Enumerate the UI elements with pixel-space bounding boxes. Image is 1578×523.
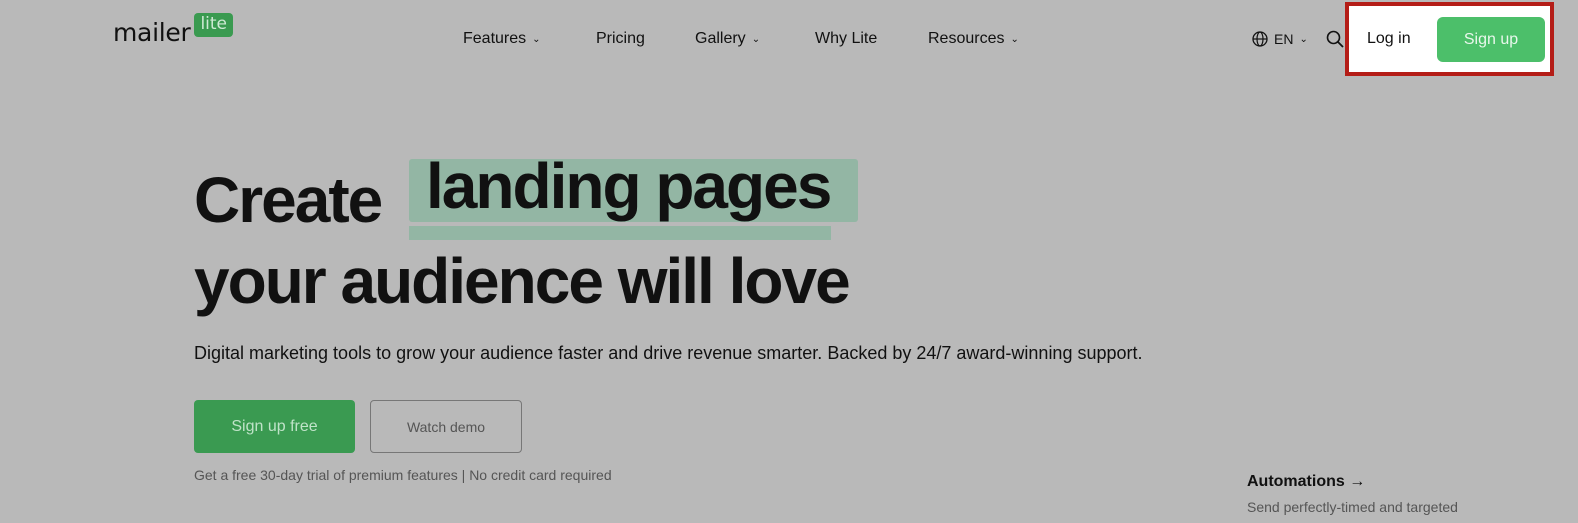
- login-link[interactable]: Log in: [1367, 30, 1411, 48]
- logo[interactable]: mailer lite: [113, 13, 234, 47]
- watch-demo-button[interactable]: Watch demo: [370, 400, 522, 453]
- search-button[interactable]: [1326, 30, 1344, 53]
- chevron-down-icon: ⌄: [532, 33, 541, 45]
- logo-word: mailer: [113, 18, 191, 47]
- nav-label: Resources: [928, 30, 1005, 47]
- trial-note: Get a free 30-day trial of premium featu…: [194, 467, 612, 483]
- nav-why-lite[interactable]: Why Lite: [815, 30, 877, 48]
- chevron-down-icon: ⌄: [751, 33, 761, 45]
- automations-description: Send perfectly-timed and targeted: [1247, 499, 1458, 515]
- signup-free-button[interactable]: Sign up free: [194, 400, 355, 453]
- chevron-down-icon: ⌄: [1010, 33, 1019, 45]
- automations-link[interactable]: Automations →: [1247, 473, 1365, 491]
- nav-label: Why Lite: [815, 30, 878, 47]
- title-highlight-next-bg: [409, 226, 831, 240]
- hero-title-end: your audience will love: [194, 245, 851, 317]
- nav-pricing[interactable]: Pricing: [596, 30, 645, 48]
- hero-title-start: Create: [194, 164, 383, 236]
- hero-subtitle: Digital marketing tools to grow your aud…: [194, 343, 1143, 363]
- nav-gallery[interactable]: Gallery ⌄: [695, 30, 760, 48]
- globe-icon: [1252, 31, 1268, 47]
- nav-label: Gallery: [695, 30, 746, 47]
- search-icon: [1326, 30, 1344, 48]
- nav-label: Features: [463, 30, 527, 47]
- language-selector[interactable]: EN ⌄: [1252, 31, 1308, 47]
- logo-badge: lite: [194, 13, 234, 37]
- signup-button[interactable]: Sign up: [1437, 17, 1545, 62]
- hero-title-highlight: landing pages: [426, 150, 832, 222]
- nav-resources[interactable]: Resources ⌄: [928, 30, 1019, 48]
- language-label: EN: [1274, 31, 1294, 47]
- chevron-down-icon: ⌄: [1299, 33, 1308, 45]
- nav-features[interactable]: Features ⌄: [463, 30, 541, 48]
- nav-label: Pricing: [596, 30, 645, 47]
